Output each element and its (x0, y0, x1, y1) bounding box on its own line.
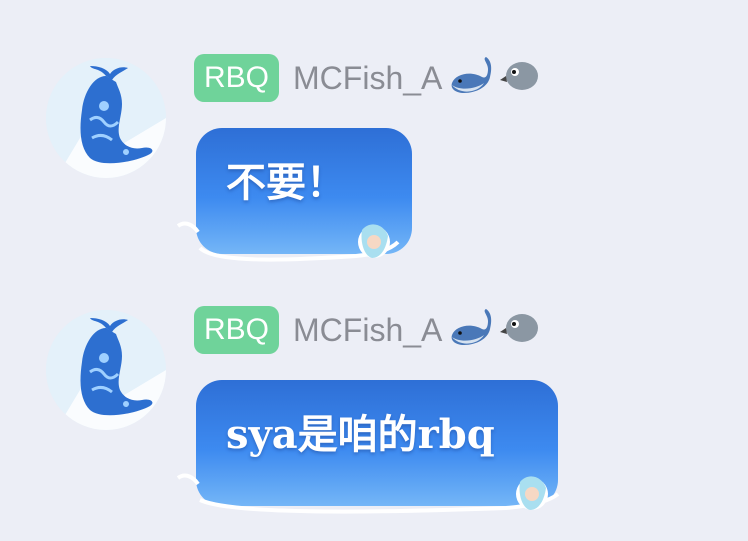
message-text: sya是咱的rbq (226, 411, 495, 458)
bird-head-emoji-icon (500, 58, 540, 99)
sender-nickname[interactable]: MCFish_A (293, 312, 442, 349)
whale-avatar-icon (46, 58, 166, 178)
whale-avatar-icon (46, 310, 166, 430)
bird-head-emoji-icon (500, 310, 540, 351)
message-header: RBQ MCFish_A (194, 305, 540, 355)
avatar[interactable] (46, 58, 166, 178)
whale-emoji-icon (448, 307, 494, 354)
mermaid-decoration-icon (176, 221, 400, 262)
title-badge: RBQ (194, 54, 280, 102)
mermaid-decoration-icon (176, 473, 560, 514)
message-header: RBQ MCFish_A (194, 53, 540, 103)
avatar[interactable] (46, 310, 166, 430)
message-text: 不要！ (226, 159, 346, 206)
title-badge: RBQ (194, 306, 280, 354)
whale-emoji-icon (448, 55, 494, 102)
message-bubble[interactable]: sya是咱的rbq (176, 380, 560, 514)
sender-nickname[interactable]: MCFish_A (293, 60, 442, 97)
message-bubble[interactable]: 不要！ (176, 128, 412, 262)
